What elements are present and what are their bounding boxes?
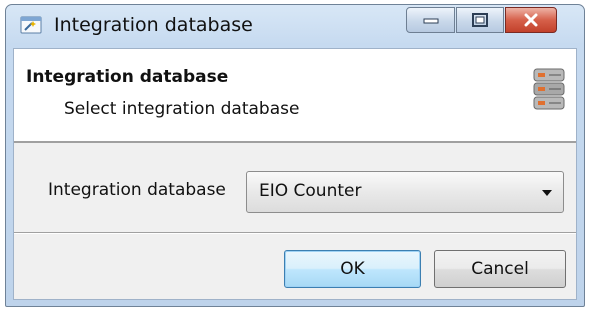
minimize-button[interactable] bbox=[406, 7, 455, 33]
dialog-content: Integration database Select integration … bbox=[13, 48, 577, 300]
header-title: Integration database bbox=[26, 67, 229, 87]
integration-database-select[interactable]: EIO Counter bbox=[246, 171, 564, 213]
cancel-button[interactable]: Cancel bbox=[434, 250, 566, 288]
ok-button[interactable]: OK bbox=[284, 250, 421, 288]
selected-database-value: EIO Counter bbox=[259, 181, 362, 201]
window-title: Integration database bbox=[54, 14, 253, 36]
title-bar[interactable]: Integration database bbox=[6, 5, 584, 45]
separator bbox=[14, 232, 576, 234]
close-icon bbox=[524, 13, 538, 27]
header-subtitle: Select integration database bbox=[64, 99, 300, 119]
database-icon bbox=[533, 68, 565, 110]
close-button[interactable] bbox=[505, 7, 557, 33]
wizard-header: Integration database Select integration … bbox=[14, 49, 576, 143]
chevron-down-icon bbox=[542, 190, 552, 196]
maximize-icon bbox=[472, 13, 488, 27]
integration-database-label: Integration database bbox=[48, 180, 226, 200]
minimize-icon bbox=[423, 18, 438, 24]
wizard-icon bbox=[20, 16, 42, 34]
dialog-window: Integration database Integration databas… bbox=[5, 4, 585, 307]
maximize-button[interactable] bbox=[456, 7, 504, 33]
